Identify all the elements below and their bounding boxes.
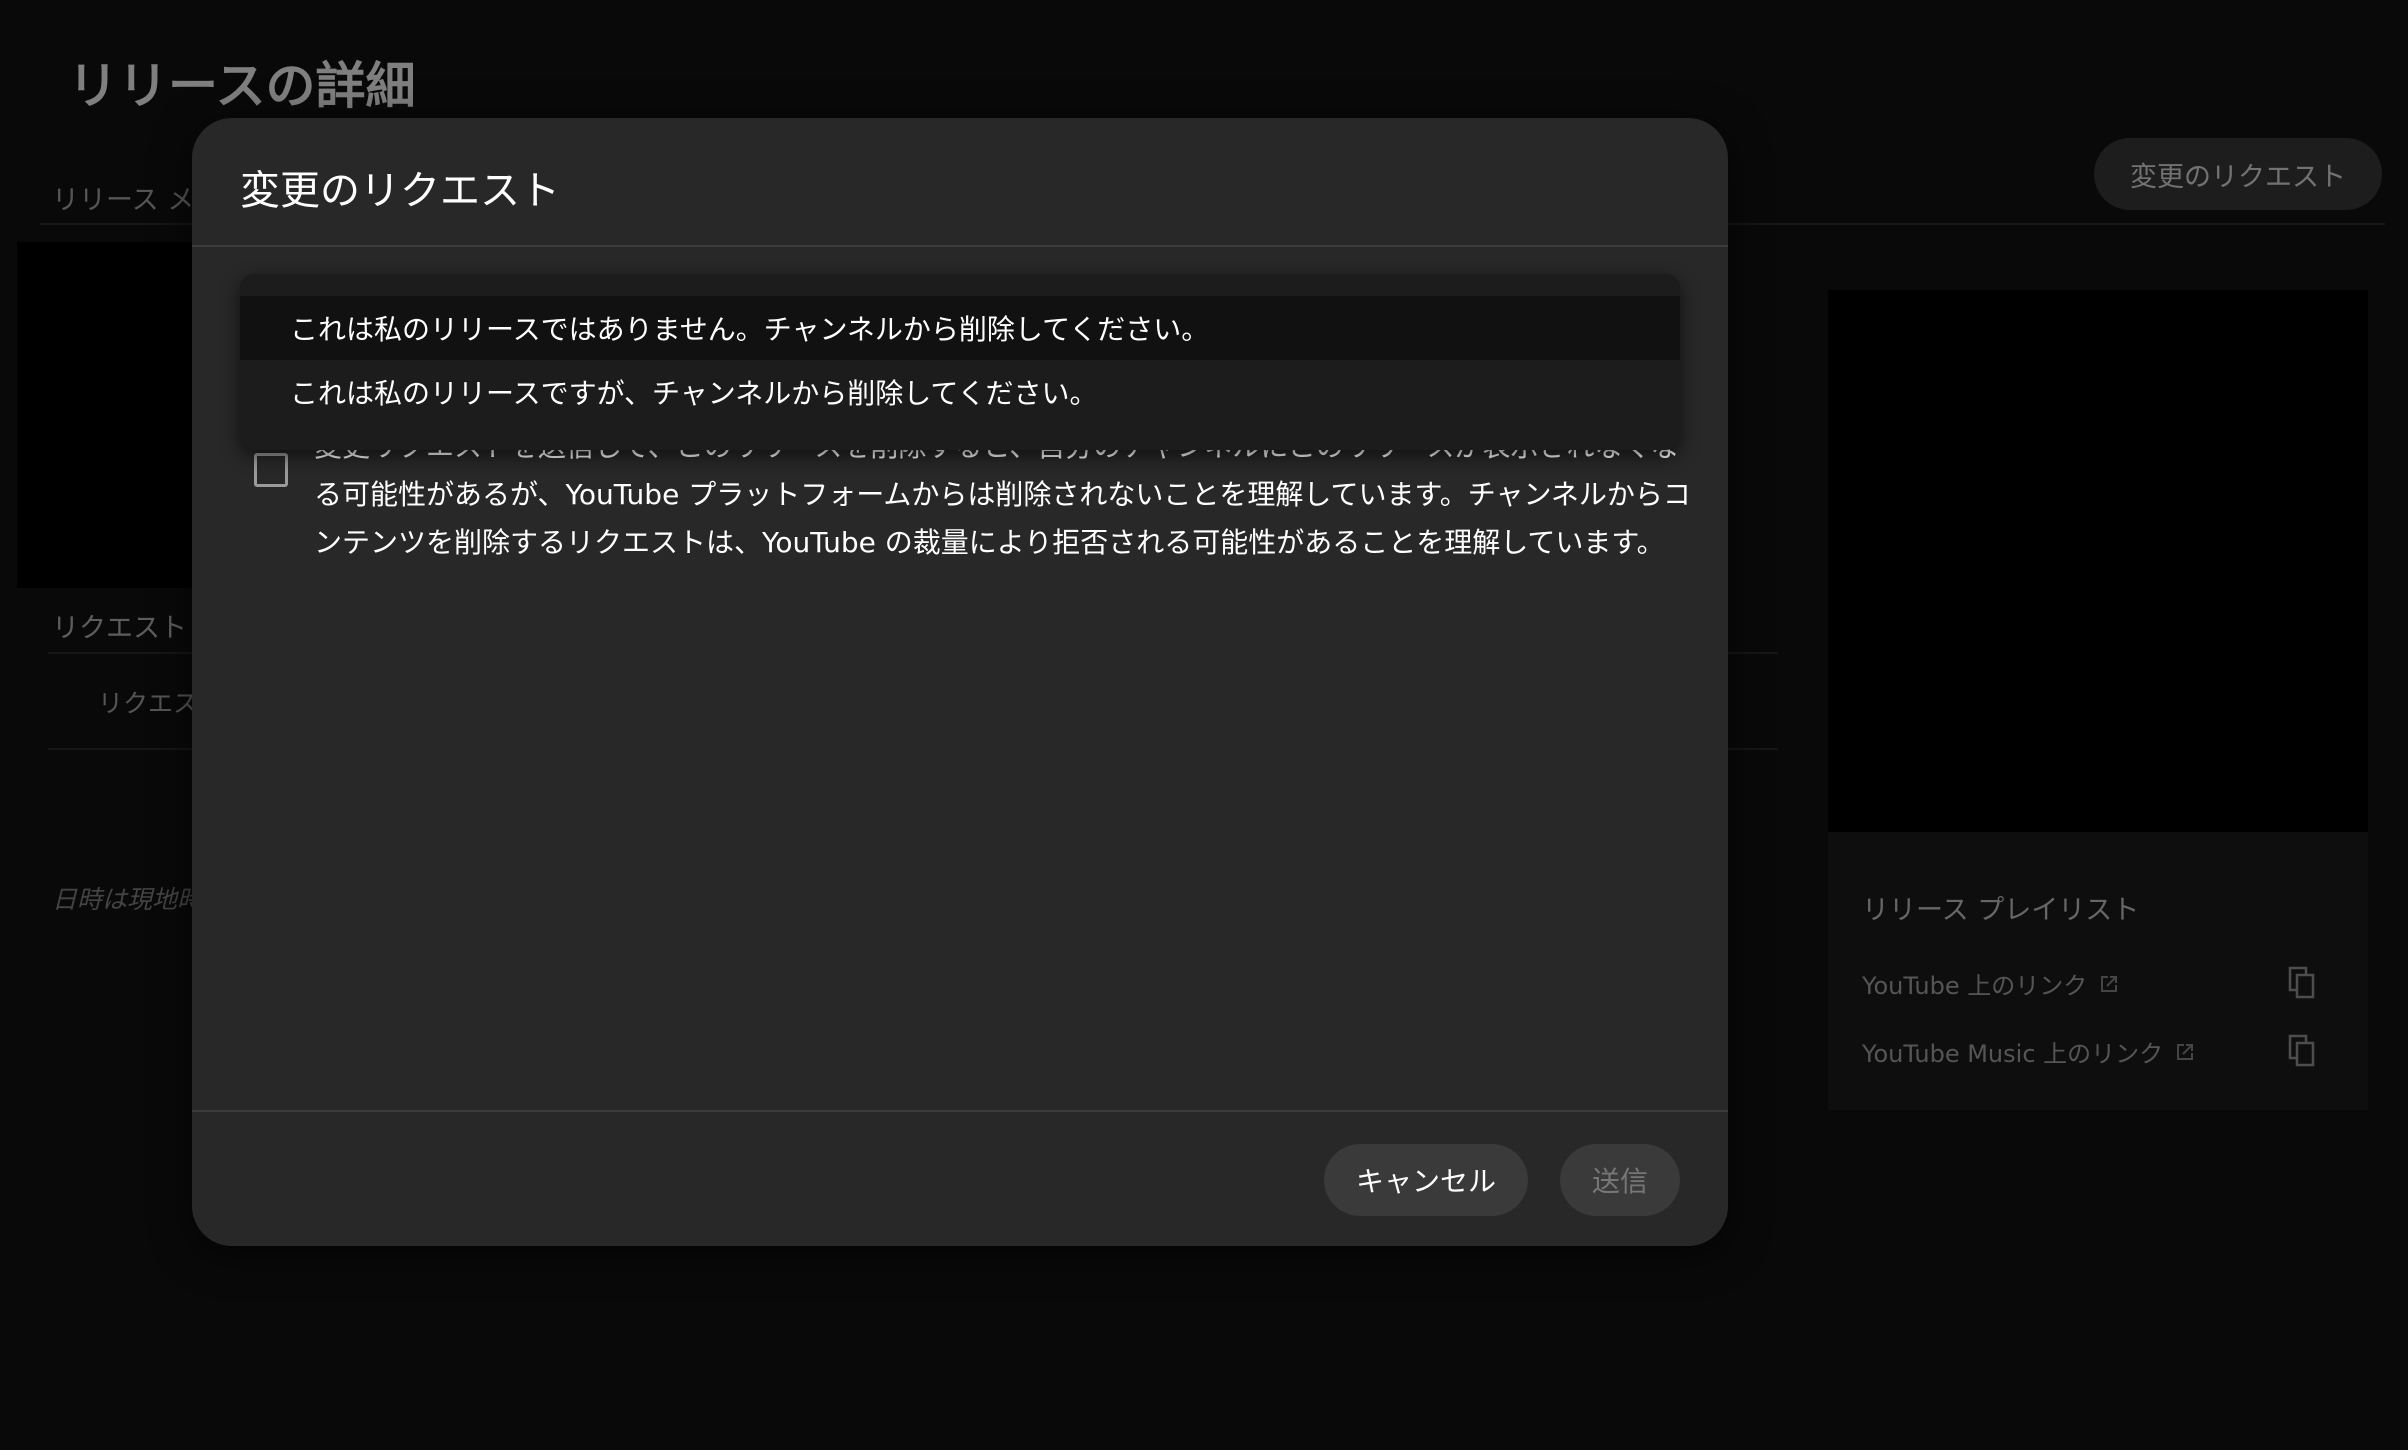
acknowledgement-checkbox[interactable] [254,453,288,487]
reason-dropdown-menu: これは私のリリースではありません。チャンネルから削除してください。 これは私のリ… [240,274,1680,450]
dialog-header-divider [192,245,1728,247]
reason-option-not-my-release[interactable]: これは私のリリースではありません。チャンネルから削除してください。 [240,296,1680,360]
dialog-title: 変更のリクエスト [240,168,560,214]
cancel-button[interactable]: キャンセル [1324,1144,1528,1216]
submit-button[interactable]: 送信 [1560,1144,1680,1216]
dialog-footer-divider [192,1110,1728,1112]
page: リリースの詳細 リリース メタ 変更のリクエスト リクエスト リクエスト 日時は… [0,0,2408,1450]
request-change-dialog: 変更のリクエスト 変更リクエストを送信して、このリリースを削除すると、自分のチャ… [192,118,1728,1246]
reason-option-my-release[interactable]: これは私のリリースですが、チャンネルから削除してください。 [240,360,1680,424]
